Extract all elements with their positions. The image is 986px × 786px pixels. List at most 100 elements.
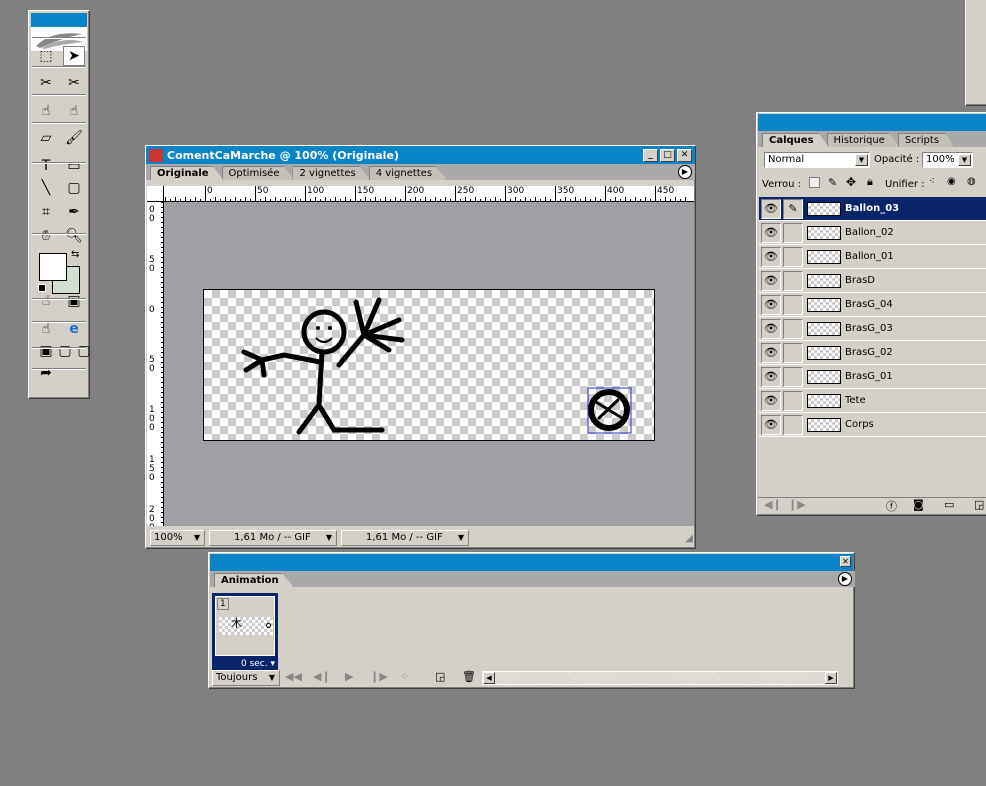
visibility-eye-icon[interactable]: 👁︎: [761, 318, 781, 339]
layer-row[interactable]: 👁︎ Ballon_01: [759, 245, 986, 269]
zoom-dropdown[interactable]: 100% ▼: [150, 530, 205, 546]
play-icon[interactable]: ▶: [345, 670, 353, 683]
new-folder-icon[interactable]: ▭: [944, 498, 954, 511]
tween-icon[interactable]: ⁘: [400, 670, 409, 683]
visibility-eye-icon[interactable]: 👁︎: [761, 270, 781, 291]
tab-originale[interactable]: Originale: [150, 166, 224, 180]
visibility-eye-icon[interactable]: 👁︎: [761, 294, 781, 315]
visibility-eye-icon[interactable]: 👁︎: [761, 198, 781, 219]
previous-frame-icon[interactable]: ◀❙: [313, 670, 331, 683]
layer-row[interactable]: 👁︎ BrasG_04: [759, 293, 986, 317]
close-button[interactable]: ✕: [677, 148, 692, 162]
animation-menu-icon[interactable]: ▶: [838, 572, 852, 586]
image-map-tool-icon[interactable]: ☝: [35, 101, 57, 121]
eyedropper-tool-icon[interactable]: ✒: [63, 202, 85, 222]
delete-frame-icon[interactable]: 🗑︎: [462, 670, 476, 683]
layer-row[interactable]: 👁︎ Tete: [759, 389, 986, 413]
visibility-eye-icon[interactable]: 👁︎: [761, 246, 781, 267]
info-dropdown-1[interactable]: 1,61 Mo / -- GIF ▼: [209, 530, 337, 546]
layer-link-slot[interactable]: [783, 246, 803, 267]
crop-tool-icon[interactable]: ⌗: [35, 202, 57, 222]
loop-dropdown[interactable]: Toujours ▼: [212, 670, 280, 686]
type-tool-icon[interactable]: T: [35, 156, 57, 176]
layer-row[interactable]: 👁︎ ✎ Ballon_03: [759, 197, 986, 221]
tab-animation[interactable]: Animation: [214, 573, 294, 587]
layer-link-slot[interactable]: [783, 222, 803, 243]
resize-grip[interactable]: ◢: [685, 533, 693, 544]
frames-scrollbar[interactable]: ◀ ▶: [482, 671, 838, 685]
tab-2-vignettes[interactable]: 2 vignettes: [292, 166, 371, 180]
first-frame-icon[interactable]: ◀◀: [285, 670, 302, 683]
tab-scripts[interactable]: Scripts: [897, 133, 955, 147]
tab-calques[interactable]: Calques: [762, 133, 829, 147]
brush-tool-icon[interactable]: 🖌︎: [63, 128, 85, 148]
new-layer-icon[interactable]: ◲: [974, 498, 984, 511]
layer-link-slot[interactable]: [783, 342, 803, 363]
toggle-image-map-tool-icon[interactable]: ☝: [35, 291, 57, 311]
slice-select-tool-icon[interactable]: ✂: [63, 73, 85, 93]
paintbrush-icon[interactable]: ✎: [783, 198, 803, 219]
layer-link-slot[interactable]: [783, 414, 803, 435]
layer-row[interactable]: 👁︎ Ballon_02: [759, 221, 986, 245]
lock-transparency-icon[interactable]: [809, 177, 820, 188]
unify-style-icon[interactable]: ◍: [967, 176, 976, 187]
minimize-button[interactable]: _: [643, 148, 658, 162]
zoom-tool-icon[interactable]: 🔍︎: [63, 226, 85, 246]
layer-link-slot[interactable]: [783, 318, 803, 339]
layer-link-slot[interactable]: [783, 294, 803, 315]
layer-link-slot[interactable]: [783, 366, 803, 387]
rectangle-tool-icon[interactable]: ▭: [63, 156, 85, 176]
hand-tool-icon[interactable]: ✋︎: [35, 226, 57, 246]
add-mask-icon[interactable]: ◙: [913, 498, 924, 511]
layers-panel-titlebar[interactable]: [758, 114, 986, 131]
visibility-eye-icon[interactable]: 👁︎: [761, 222, 781, 243]
unify-position-icon[interactable]: ⁖: [929, 176, 935, 187]
panel-menu-icon[interactable]: ▶: [678, 165, 692, 179]
select-move-tool-icon[interactable]: ➤: [63, 46, 85, 66]
swap-colors-icon[interactable]: ⇆: [71, 249, 79, 260]
layer-row[interactable]: 👁︎ BrasG_03: [759, 317, 986, 341]
toolbox-titlebar[interactable]: [31, 13, 87, 27]
line-tool-icon[interactable]: ╲: [35, 178, 57, 198]
visibility-eye-icon[interactable]: 👁︎: [761, 366, 781, 387]
layer-row[interactable]: 👁︎ BrasD: [759, 269, 986, 293]
maximize-button[interactable]: □: [660, 148, 675, 162]
document-titlebar[interactable]: ComentCaMarche @ 100% (Originale) _ □ ✕: [146, 146, 695, 164]
eraser-tool-icon[interactable]: ▱: [35, 128, 57, 148]
image-map-select-tool-icon[interactable]: ☝: [63, 101, 85, 121]
marquee-tool-icon[interactable]: ⬚: [35, 46, 57, 66]
next-frame-icon[interactable]: ❙▶: [788, 498, 806, 511]
blend-mode-dropdown[interactable]: Normal ▼: [764, 152, 870, 168]
duplicate-frame-icon[interactable]: ◲: [435, 670, 445, 683]
animation-frame[interactable]: 1 ⽊ 0 sec. ▾: [212, 593, 278, 671]
screen-mode-full-tool-icon[interactable]: ▢: [73, 341, 95, 361]
tab-historique[interactable]: Historique: [826, 133, 900, 147]
layer-effects-icon[interactable]: ⓕ: [886, 498, 897, 514]
lock-position-icon[interactable]: ✥: [846, 175, 856, 189]
animation-titlebar[interactable]: ✕: [210, 554, 853, 571]
opacity-dropdown[interactable]: 100% ▼: [922, 152, 973, 168]
layer-row[interactable]: 👁︎ BrasG_02: [759, 341, 986, 365]
next-frame-icon[interactable]: ❙▶: [370, 670, 388, 683]
tab-optimisée[interactable]: Optimisée: [221, 166, 295, 180]
toggle-slices-tool-icon[interactable]: ▣: [63, 291, 85, 311]
layer-link-slot[interactable]: [783, 390, 803, 411]
frame-delay[interactable]: 0 sec. ▾: [241, 659, 275, 669]
visibility-eye-icon[interactable]: 👁︎: [761, 342, 781, 363]
rounded-rectangle-tool-icon[interactable]: ▢: [63, 178, 85, 198]
slice-tool-icon[interactable]: ✂: [35, 73, 57, 93]
layer-link-slot[interactable]: [783, 270, 803, 291]
image-canvas[interactable]: [203, 289, 655, 441]
lock-all-icon[interactable]: 🔒︎: [867, 175, 873, 189]
default-colors-icon[interactable]: [38, 284, 46, 292]
unify-visibility-icon[interactable]: ◉: [947, 176, 956, 187]
visibility-eye-icon[interactable]: 👁︎: [761, 390, 781, 411]
animation-close-button[interactable]: ✕: [840, 556, 851, 567]
prev-frame-icon[interactable]: ◀❙: [764, 498, 782, 511]
layer-row[interactable]: 👁︎ BrasG_01: [759, 365, 986, 389]
visibility-eye-icon[interactable]: 👁︎: [761, 414, 781, 435]
jump-to-photoshop-tool-icon[interactable]: ➦: [35, 363, 57, 383]
foreground-color-swatch[interactable]: [39, 253, 67, 281]
layer-row[interactable]: 👁︎ Corps: [759, 413, 986, 437]
info-dropdown-2[interactable]: 1,61 Mo / -- GIF ▼: [341, 530, 469, 546]
